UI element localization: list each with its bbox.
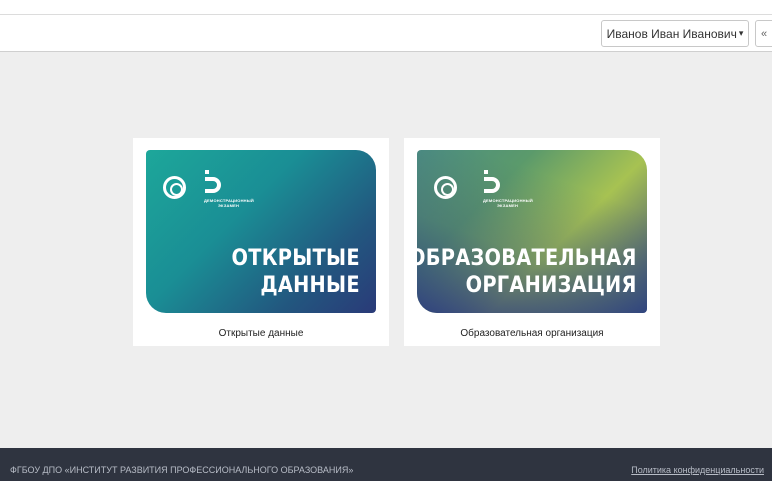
- banner-title-line: ОТКРЫТЫЕ: [231, 246, 360, 271]
- banner-title-line: ОБРАЗОВАТЕЛЬНАЯ: [417, 246, 637, 271]
- banner-title-line: ДАННЫЕ: [260, 273, 360, 298]
- logo-text-line: ЭКЗАМЕН: [497, 203, 519, 208]
- top-strip: [0, 0, 772, 14]
- banner-title-line: ОРГАНИЗАЦИЯ: [465, 273, 637, 298]
- user-name: Иванов Иван Иванович: [606, 26, 737, 41]
- card-banner: ДЕМОНСТРАЦИОННЫЙ ЭКЗАМЕН ОБРАЗОВАТЕЛЬНАЯ…: [417, 150, 647, 313]
- logo-text-line: ЭКЗАМЕН: [218, 203, 240, 208]
- card-educational-organization[interactable]: ДЕМОНСТРАЦИОННЫЙ ЭКЗАМЕН ОБРАЗОВАТЕЛЬНАЯ…: [404, 138, 660, 346]
- card-banner: ДЕМОНСТРАЦИОННЫЙ ЭКЗАМЕН ОТКРЫТЫЕ ДАННЫЕ: [146, 150, 376, 313]
- round-emblem-icon: [434, 176, 457, 199]
- collapse-button[interactable]: «: [755, 20, 772, 47]
- privacy-policy-link[interactable]: Политика конфиденциальности: [631, 465, 764, 475]
- double-chevron-icon: «: [761, 27, 768, 40]
- caret-down-icon: ▾: [738, 28, 744, 38]
- round-emblem-icon: [163, 176, 186, 199]
- card-caption: Открытые данные: [218, 328, 304, 339]
- card-open-data[interactable]: ДЕМОНСТРАЦИОННЫЙ ЭКЗАМЕН ОТКРЫТЫЕ ДАННЫЕ…: [133, 138, 389, 346]
- footer-organization: ФГБОУ ДПО «ИНСТИТУТ РАЗВИТИЯ ПРОФЕССИОНА…: [10, 465, 354, 475]
- banner-title: ОТКРЫТЫЕ ДАННЫЕ: [232, 245, 360, 299]
- header-bar: Иванов Иван Иванович ▾ «: [0, 14, 772, 52]
- user-menu-button[interactable]: Иванов Иван Иванович ▾: [601, 20, 749, 47]
- demo-exam-logo-icon: ДЕМОНСТРАЦИОННЫЙ ЭКЗАМЕН: [204, 168, 274, 208]
- demo-exam-logo-icon: ДЕМОНСТРАЦИОННЫЙ ЭКЗАМЕН: [483, 168, 553, 208]
- footer: ФГБОУ ДПО «ИНСТИТУТ РАЗВИТИЯ ПРОФЕССИОНА…: [0, 448, 772, 481]
- card-caption: Образовательная организация: [460, 328, 604, 339]
- banner-title: ОБРАЗОВАТЕЛЬНАЯ ОРГАНИЗАЦИЯ: [417, 245, 637, 299]
